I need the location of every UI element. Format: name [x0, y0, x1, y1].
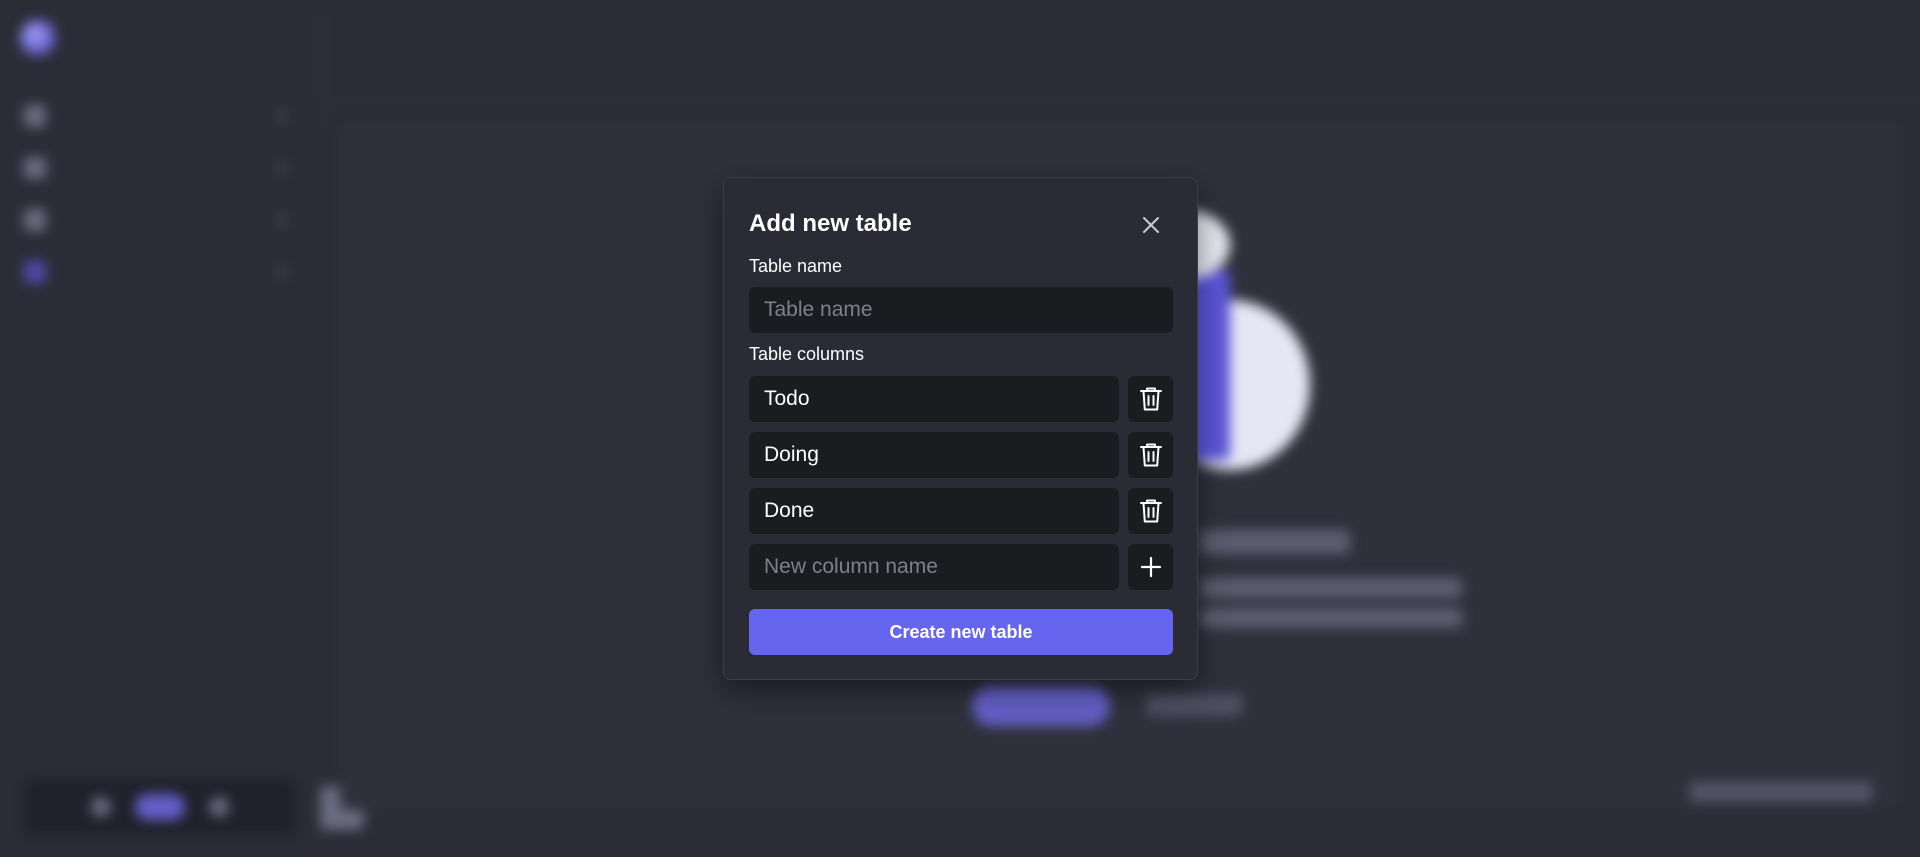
column-input-doing[interactable] [749, 432, 1119, 478]
empty-text-line [1200, 608, 1462, 628]
footer-note [1690, 782, 1872, 802]
table-name-input[interactable] [749, 287, 1173, 333]
theme-switcher [24, 778, 296, 836]
sidebar-item[interactable] [0, 90, 300, 142]
column-input-done[interactable] [749, 488, 1119, 534]
table-name-label: Table name [749, 256, 843, 276]
trash-icon [1139, 443, 1162, 467]
close-icon [1143, 217, 1159, 233]
chevron-icon [271, 108, 287, 124]
sidebar-item-create[interactable] [0, 246, 300, 298]
trash-icon [1139, 499, 1162, 523]
chevron-icon [271, 160, 287, 176]
add-table-modal: Add new table Table name Table columns C… [723, 177, 1198, 680]
empty-title [1200, 530, 1350, 554]
delete-column-button[interactable] [1128, 432, 1173, 478]
header [322, 0, 1920, 102]
board-icon [24, 209, 46, 231]
close-button[interactable] [1136, 210, 1166, 240]
board-icon [24, 105, 46, 127]
empty-secondary-link[interactable] [1146, 694, 1242, 716]
sidebar-item[interactable] [0, 194, 300, 246]
empty-text-line [1200, 578, 1462, 598]
add-column-button[interactable] [1128, 544, 1173, 590]
column-input-todo[interactable] [749, 376, 1119, 422]
chevron-icon [271, 212, 287, 228]
empty-action-button[interactable] [972, 686, 1110, 726]
modal-title: Add new table [749, 210, 912, 237]
logo-mark [20, 20, 56, 56]
delete-column-button[interactable] [1128, 376, 1173, 422]
sidebar-nav [0, 90, 300, 298]
logo [20, 20, 70, 56]
chevron-icon [271, 264, 287, 280]
moon-icon [209, 797, 229, 817]
trash-icon [1139, 387, 1162, 411]
board-icon [24, 261, 46, 283]
create-table-button[interactable]: Create new table [749, 609, 1173, 655]
theme-toggle[interactable] [135, 794, 185, 820]
plus-icon [1140, 556, 1161, 578]
sun-icon [91, 797, 111, 817]
new-column-input[interactable] [749, 544, 1119, 590]
board-icon [24, 157, 46, 179]
table-columns-label: Table columns [749, 344, 865, 364]
sidebar-item[interactable] [0, 142, 300, 194]
delete-column-button[interactable] [1128, 488, 1173, 534]
sidebar [0, 0, 322, 857]
